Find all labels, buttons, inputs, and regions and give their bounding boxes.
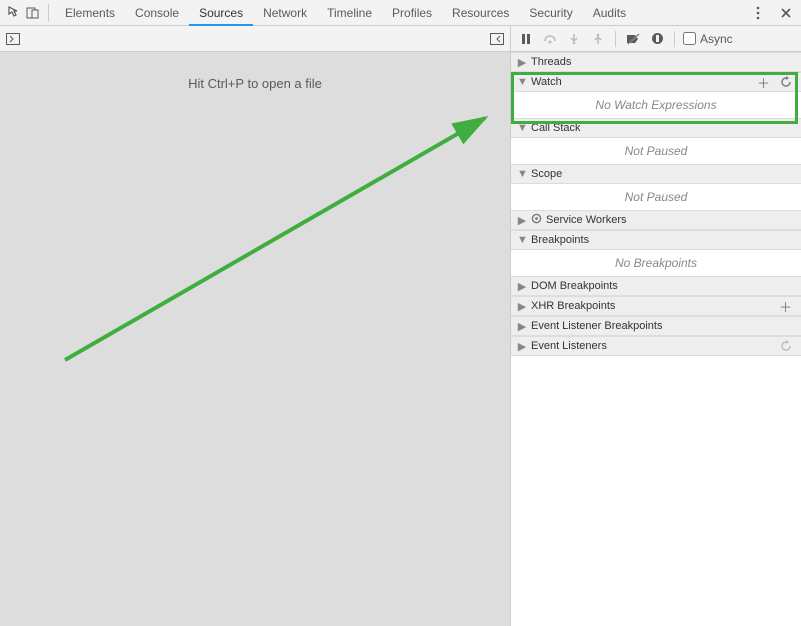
sources-left-toolbar [0, 26, 510, 52]
close-icon[interactable] [777, 7, 795, 19]
sources-editor-area: Hit Ctrl+P to open a file [0, 52, 510, 626]
tab-audits[interactable]: Audits [583, 0, 636, 26]
section-watch-label: Watch [531, 76, 562, 88]
section-xhrbp[interactable]: ▶ XHR Breakpoints ＋ [511, 296, 801, 316]
tab-security[interactable]: Security [519, 0, 582, 26]
section-breakpoints[interactable]: ▼ Breakpoints [511, 230, 801, 250]
section-serviceworkers[interactable]: ▶ Service Workers [511, 210, 801, 230]
chevron-down-icon: ▼ [517, 168, 527, 180]
debugger-toolbar: Async [511, 26, 801, 52]
tab-elements[interactable]: Elements [55, 0, 125, 26]
devtools-tabbar: Elements Console Sources Network Timelin… [0, 0, 801, 26]
tab-sources[interactable]: Sources [189, 0, 253, 26]
section-callstack[interactable]: ▼ Call Stack [511, 118, 801, 138]
chevron-right-icon: ▶ [517, 280, 527, 293]
kebab-menu-icon[interactable] [749, 6, 767, 20]
section-callstack-label: Call Stack [531, 122, 581, 134]
async-checkbox[interactable] [683, 32, 696, 45]
chevron-right-icon: ▶ [517, 320, 527, 333]
chevron-right-icon: ▶ [517, 340, 527, 353]
async-label-text: Async [700, 32, 733, 46]
step-over-icon[interactable] [541, 30, 559, 48]
section-xhrbp-label: XHR Breakpoints [531, 300, 615, 312]
section-evl[interactable]: ▶ Event Listeners [511, 336, 801, 356]
section-scope[interactable]: ▼ Scope [511, 164, 801, 184]
chevron-down-icon: ▼ [517, 122, 527, 134]
tab-network[interactable]: Network [253, 0, 317, 26]
step-into-icon[interactable] [565, 30, 583, 48]
section-threads[interactable]: ▶ Threads [511, 52, 801, 72]
step-out-icon[interactable] [589, 30, 607, 48]
open-file-hint: Hit Ctrl+P to open a file [0, 76, 510, 91]
section-evlbp-label: Event Listener Breakpoints [531, 320, 662, 332]
navigator-toggle-icon[interactable] [6, 33, 20, 45]
debugger-panels: ▶ Threads ▼ Watch ＋ No Watch Expressions… [511, 52, 801, 626]
chevron-right-icon: ▶ [517, 56, 527, 69]
section-watch[interactable]: ▼ Watch ＋ [511, 72, 801, 92]
watch-refresh-icon[interactable] [777, 76, 795, 88]
evl-refresh-icon[interactable] [777, 340, 795, 352]
section-watch-body: No Watch Expressions [511, 92, 801, 118]
tabbar-divider [48, 4, 49, 22]
section-callstack-body: Not Paused [511, 138, 801, 164]
tab-profiles[interactable]: Profiles [382, 0, 442, 26]
chevron-right-icon: ▶ [517, 300, 527, 313]
section-dombp[interactable]: ▶ DOM Breakpoints [511, 276, 801, 296]
section-scope-label: Scope [531, 168, 562, 180]
gear-icon [531, 213, 542, 227]
device-toggle-icon[interactable] [24, 6, 42, 20]
section-scope-body: Not Paused [511, 184, 801, 210]
debugger-toggle-icon[interactable] [490, 33, 504, 45]
section-dombp-label: DOM Breakpoints [531, 280, 618, 292]
section-evl-label: Event Listeners [531, 340, 607, 352]
pause-on-exceptions-icon[interactable] [648, 30, 666, 48]
chevron-down-icon: ▼ [517, 76, 527, 88]
section-breakpoints-body: No Breakpoints [511, 250, 801, 276]
sources-left-pane: Hit Ctrl+P to open a file [0, 26, 511, 626]
deactivate-breakpoints-icon[interactable] [624, 30, 642, 48]
section-breakpoints-label: Breakpoints [531, 234, 589, 246]
pause-icon[interactable] [517, 30, 535, 48]
tab-console[interactable]: Console [125, 0, 189, 26]
chevron-right-icon: ▶ [517, 214, 527, 227]
main-split: Hit Ctrl+P to open a file [0, 26, 801, 626]
section-threads-label: Threads [531, 56, 571, 68]
inspect-icon[interactable] [6, 6, 24, 20]
section-serviceworkers-label: Service Workers [546, 214, 626, 226]
section-evlbp[interactable]: ▶ Event Listener Breakpoints [511, 316, 801, 336]
xhrbp-add-icon[interactable]: ＋ [776, 297, 795, 316]
tab-timeline[interactable]: Timeline [317, 0, 382, 26]
tab-resources[interactable]: Resources [442, 0, 519, 26]
watch-add-icon[interactable]: ＋ [754, 73, 773, 92]
debugger-pane: Async ▶ Threads ▼ Watch ＋ No Watch Expre… [511, 26, 801, 626]
async-checkbox-label[interactable]: Async [683, 32, 733, 46]
chevron-down-icon: ▼ [517, 234, 527, 246]
